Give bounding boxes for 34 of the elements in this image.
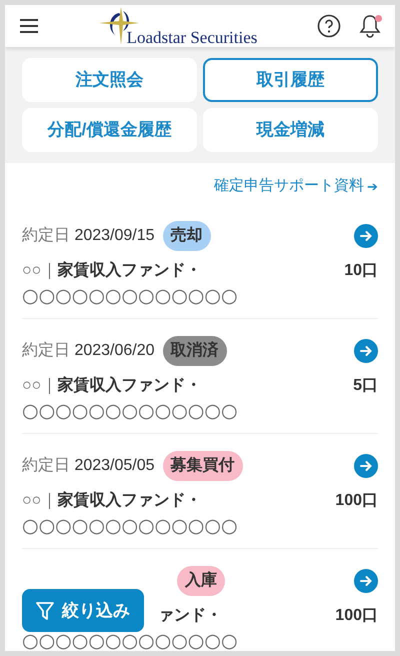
status-badge: 売却 [162, 220, 211, 250]
fund-name-line: ○○○○○○○○○○○○○ [22, 286, 239, 306]
filter-icon [36, 600, 54, 620]
trade-date: 約定日 2023/09/15 [22, 226, 155, 246]
arrow-right-icon[interactable] [354, 568, 378, 592]
fund-name-line: ○○○○○○○○○○○○○ [22, 402, 239, 420]
tab[interactable]: 取引履歴 [203, 58, 378, 102]
support-link[interactable]: 確定申告サポート資料 ➔ [214, 175, 378, 198]
fund-name-line: ○○○○○○○○○○○○○ [22, 632, 239, 650]
tab[interactable]: 現金増減 [203, 108, 378, 152]
arrow-right-icon[interactable] [354, 224, 378, 248]
fund-name: ○○｜家賃収入ファンド・ [22, 490, 202, 511]
quantity: 10口 [344, 260, 378, 280]
tab[interactable]: 分配/償還金履歴 [22, 108, 197, 152]
quantity: 100口 [335, 490, 378, 510]
quantity: 100口 [335, 606, 378, 626]
logo-text: Loadstar Securities [126, 29, 258, 46]
arrow-right-icon[interactable] [354, 454, 378, 478]
fund-name: ァンド・ [158, 606, 222, 626]
trade-date: 約定日 2023/05/05 [22, 456, 155, 476]
fund-name-line: ○○○○○○○○○○○○○ [22, 516, 239, 536]
fund-name: ○○｜家賃収入ファンド・ [22, 260, 202, 281]
status-badge: 募集買付 [162, 450, 243, 480]
bell-icon[interactable] [358, 14, 381, 38]
help-icon[interactable] [316, 14, 341, 38]
tab[interactable]: 注文照会 [22, 58, 197, 102]
menu-icon[interactable] [19, 18, 39, 34]
status-badge: 入庫 [177, 566, 225, 596]
status-badge: 取消済 [162, 336, 227, 366]
fund-name: ○○｜家賃収入ファンド・ [22, 375, 202, 396]
filter-button[interactable]: 絞り込み [22, 589, 144, 632]
quantity: 5口 [353, 376, 378, 396]
trade-date: 約定日 2023/06/20 [22, 340, 155, 360]
arrow-right-icon[interactable] [354, 338, 378, 362]
